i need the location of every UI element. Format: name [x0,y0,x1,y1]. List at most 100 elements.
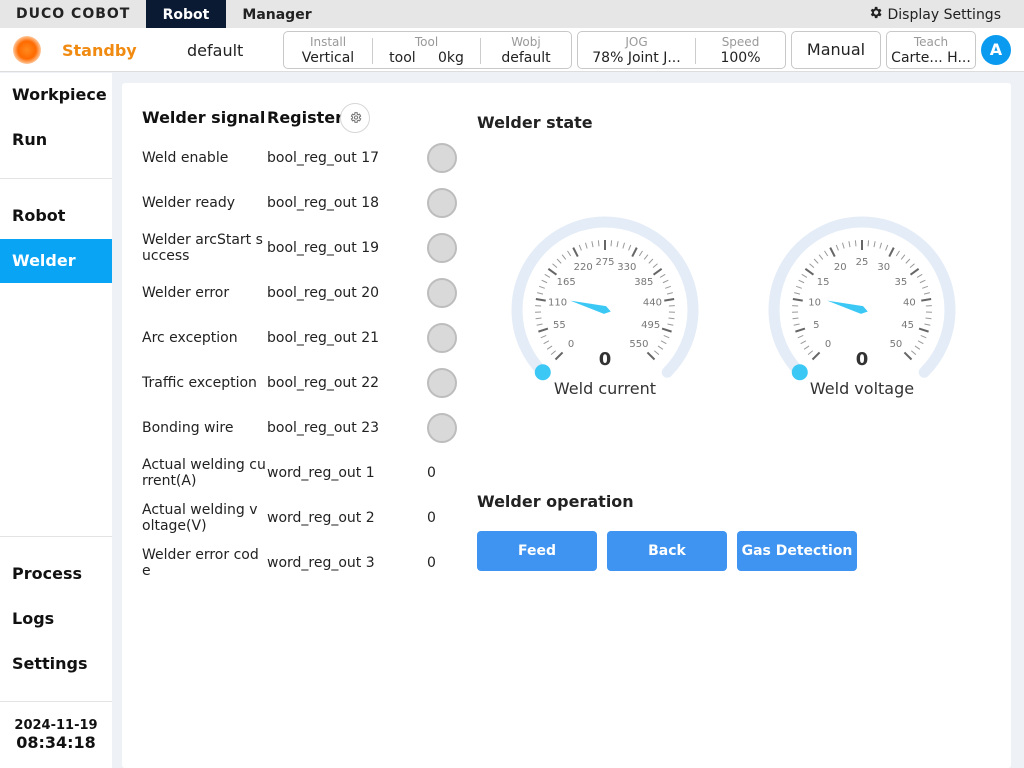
tool-cell[interactable]: Tool tool 0kg [373,32,480,68]
gauge-tick [631,247,638,257]
gauge-tick [811,351,821,361]
gas-detection-button[interactable]: Gas Detection [737,531,857,571]
signal-value: 0 [427,555,436,571]
speed-cell[interactable]: Speed 100% [696,32,785,68]
mode-button[interactable]: Manual [791,31,881,69]
tab-robot[interactable]: Robot [146,0,226,28]
divider [0,701,112,702]
gauge-tick-label: 0 [825,339,831,350]
teach-cell[interactable]: Teach Carte... H... [887,32,975,68]
gauge-tick [914,345,921,350]
gauge-tick [848,241,851,248]
gauge-tick-label: 440 [643,297,662,308]
gauge-tick [835,244,839,251]
signal-register: bool_reg_out 20 [267,285,380,301]
gauge-tick [885,244,889,251]
gauge-tick [924,323,931,326]
project-name[interactable]: default [187,41,243,60]
sidebar-item-workpiece[interactable]: Workpiece [0,73,112,117]
back-button[interactable]: Back [607,531,727,571]
gauge-tick [657,345,664,350]
install-cell[interactable]: Install Vertical [284,32,372,68]
gauge-tick [867,240,870,247]
gauge-tick [807,350,814,356]
gauge-tick [900,254,906,260]
gauge-tick-label: 20 [834,262,847,273]
gauge-tick-label: 330 [617,262,636,273]
welder-operation-title: Welder operation [477,492,634,511]
gauge-tick [801,273,808,278]
signal-register: word_reg_out 3 [267,555,375,571]
gauge-tick [804,268,815,276]
sidebar-item-welder[interactable]: Welder [0,239,112,283]
gauge-tick-label: 50 [890,339,903,350]
gauge-tick-label: 30 [877,262,890,273]
signal-register: bool_reg_out 19 [267,240,380,256]
avatar[interactable]: A [981,35,1011,65]
gauge-tick-label: 15 [817,277,830,288]
gauge-tick [554,351,564,361]
sidebar-item-robot[interactable]: Robot [0,194,112,238]
signal-row: Welder error bool_reg_out 20 [142,271,462,315]
display-settings-label: Display Settings [887,6,1001,23]
install-tool-wobj-panel[interactable]: Install Vertical Tool tool 0kg Wobj defa… [283,31,572,69]
signal-name: Arc exception [142,330,238,346]
gauge-tick [662,279,669,284]
teach-panel[interactable]: Teach Carte... H... [886,31,976,69]
wobj-label: Wobj [511,35,541,49]
gauge-tick [591,241,594,248]
gauge-tick [646,351,656,361]
gauge-tick [663,334,670,339]
gauge-tick [873,241,876,248]
tab-manager[interactable]: Manager [232,0,322,28]
gauge-tick [793,323,800,326]
signal-row: Weld enable bool_reg_out 17 [142,136,462,180]
gauge-tick [888,247,895,257]
gauge-tick-label: 220 [574,262,593,273]
gauge-tick-label: 55 [553,320,566,331]
gauge-tick [854,240,857,247]
gauge-tick-label: 35 [894,277,907,288]
weld-current-label: Weld current [553,379,657,398]
signal-status-indicator [427,368,457,398]
jog-speed-panel[interactable]: JOG 78% Joint J... Speed 100% [577,31,786,69]
gauge-tick [643,254,649,260]
sidebar-item-run[interactable]: Run [0,118,112,162]
register-settings-button[interactable] [340,103,370,133]
gauge-tick [538,285,545,289]
gauge-tick-label: 45 [901,320,914,331]
gauge-tick [666,292,673,295]
feed-button[interactable]: Feed [477,531,597,571]
signal-name: Actual welding voltage(V) [142,502,258,534]
signal-name: Welder error [142,285,230,301]
gauge-tick [541,279,548,284]
gauge-tick [792,298,803,302]
teach-value: Carte... H... [891,50,971,66]
gauge-start-dot [791,364,808,381]
wobj-value: default [501,50,551,66]
signal-row: Actual welding voltage(V) word_reg_out 2 0 [142,496,462,540]
signal-register: word_reg_out 2 [267,510,375,526]
sidebar-item-settings[interactable]: Settings [0,642,112,686]
gauge-tick [552,263,558,269]
tool-weight: 0kg [437,50,464,66]
gauge-tick [824,250,829,257]
register-header: Register [267,108,344,127]
gear-icon [349,109,362,128]
signal-row: Bonding wire bool_reg_out 23 [142,406,462,450]
wobj-cell[interactable]: Wobj default [481,32,571,68]
tool-label: Tool [414,35,439,49]
gauge-tick [841,242,845,249]
display-settings-button[interactable]: Display Settings [868,5,1001,24]
gauge-tick-label: 495 [641,320,660,331]
sidebar-item-logs[interactable]: Logs [0,597,112,641]
speed-value: 100% [720,50,761,66]
sidebar-item-process[interactable]: Process [0,552,112,596]
jog-cell[interactable]: JOG 78% Joint J... [578,32,695,68]
signal-value: 0 [427,465,436,481]
gauge-tick [622,242,626,249]
gauge-tick [798,279,805,284]
signal-status-indicator [427,143,457,173]
gauge-tick [921,298,932,302]
signal-row: Actual welding current(A) word_reg_out 1 0 [142,451,462,495]
